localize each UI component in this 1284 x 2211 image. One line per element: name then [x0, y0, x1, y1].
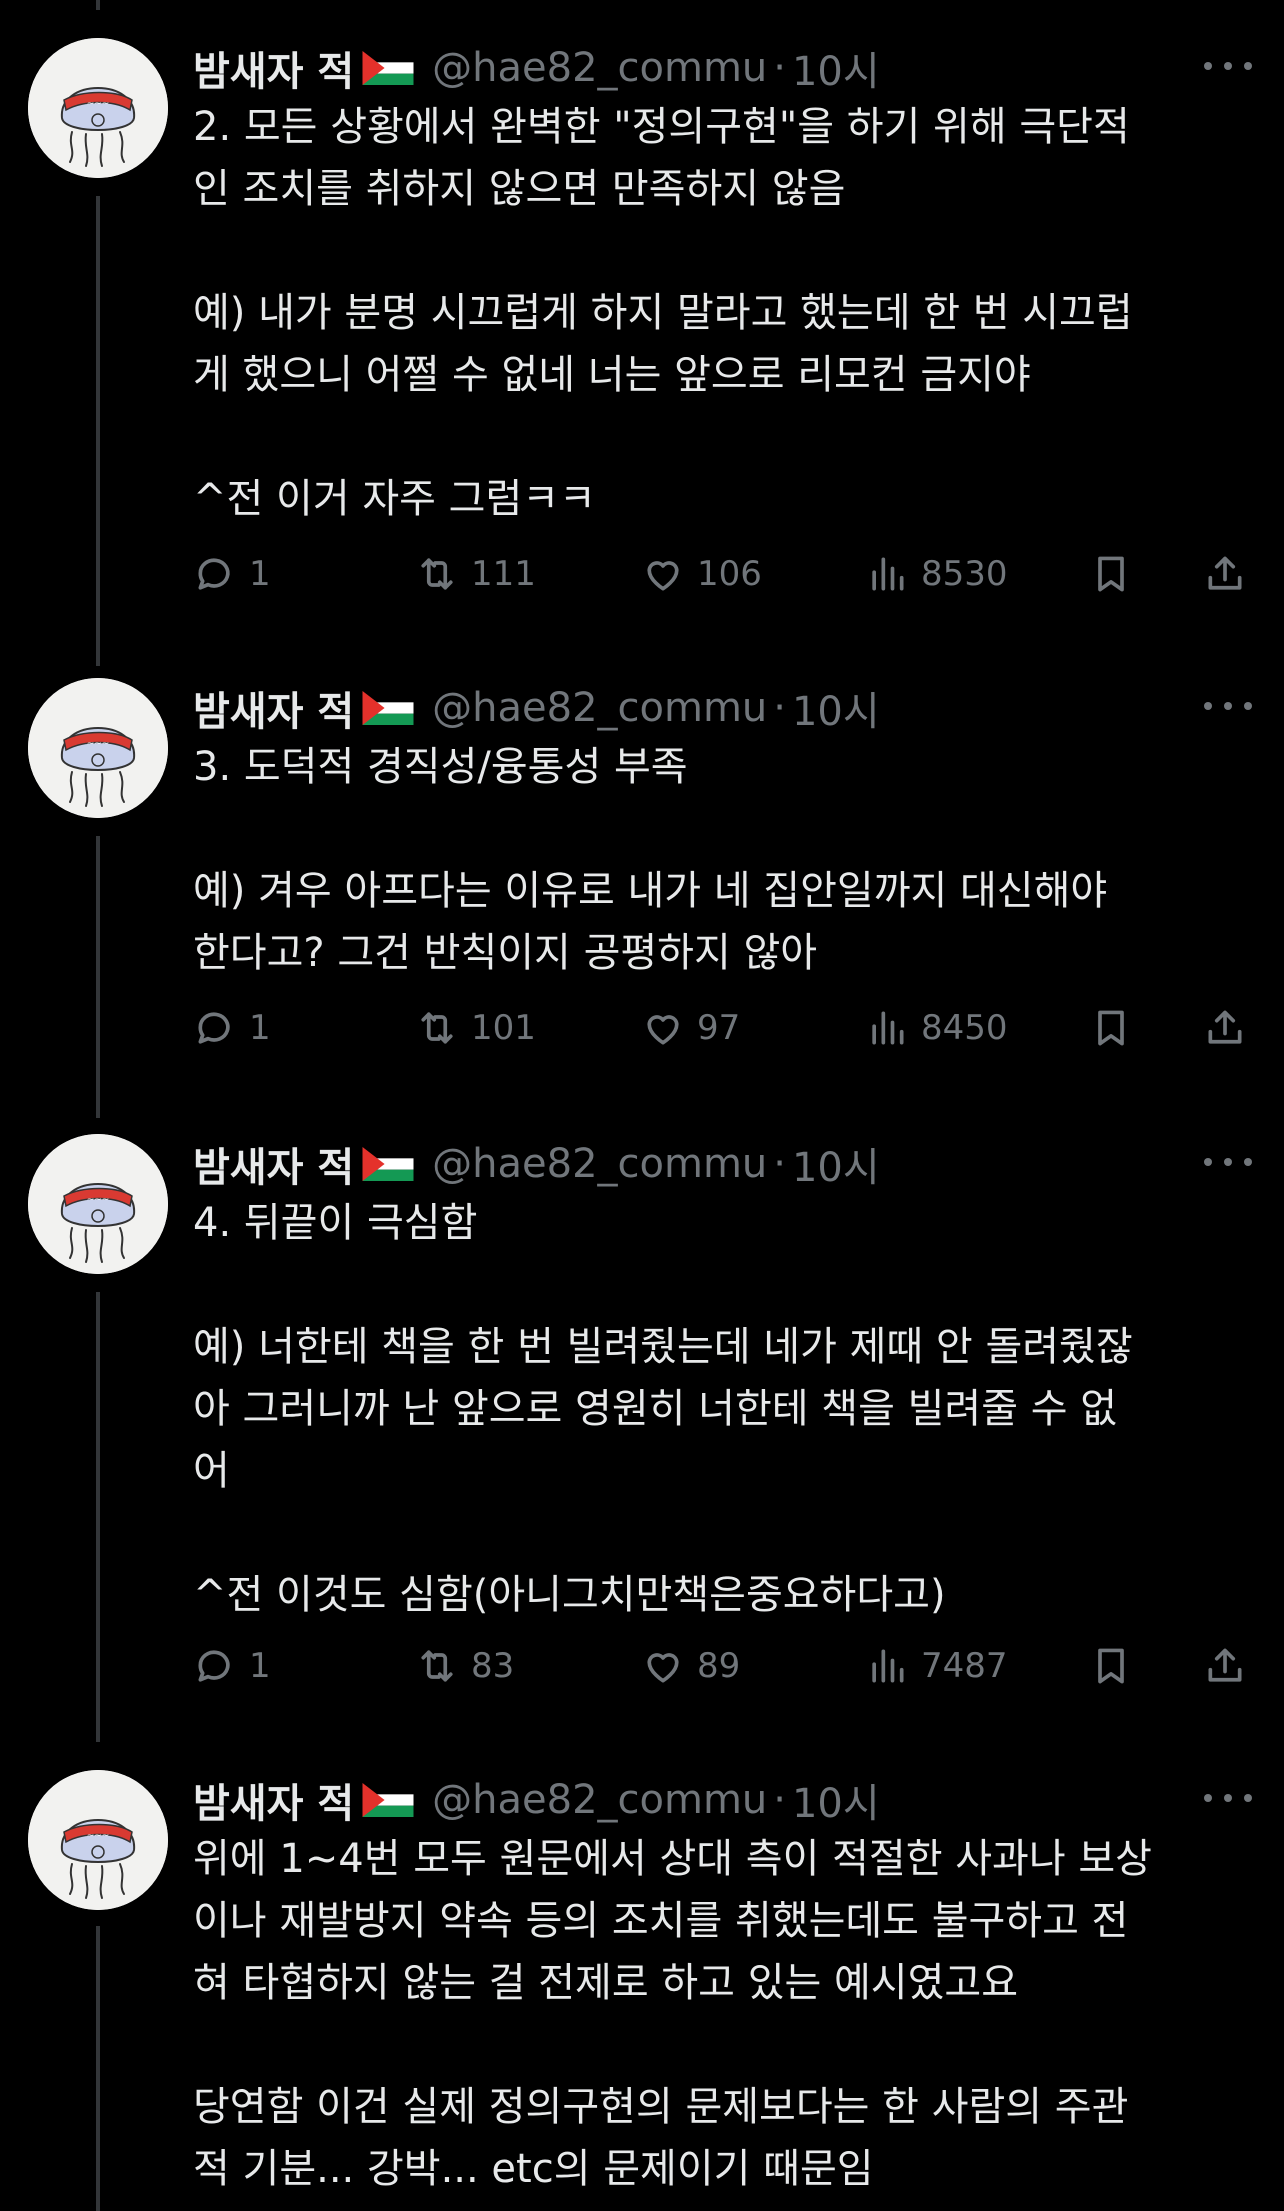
separator-dot: ·	[773, 685, 786, 731]
timestamp[interactable]: 10시	[792, 679, 880, 737]
avatar[interactable]: ~~~	[28, 1134, 168, 1274]
retweet-button[interactable]: 83	[415, 1638, 514, 1694]
retweet-icon	[415, 1006, 459, 1050]
like-count: 89	[697, 1646, 741, 1686]
bookmark-icon	[1089, 1006, 1133, 1050]
display-name[interactable]: 밤새자 적	[193, 1771, 354, 1829]
more-icon[interactable]	[1204, 1142, 1252, 1182]
bookmark-button[interactable]	[1089, 1000, 1133, 1056]
tweet-header: 밤새자 적 @hae82_commu · 10시	[193, 40, 880, 96]
like-button[interactable]: 106	[641, 546, 762, 602]
palestine-flag-icon	[362, 1147, 414, 1181]
views-count: 7487	[921, 1646, 1008, 1686]
heart-icon	[641, 1006, 685, 1050]
reply-button[interactable]: 1	[193, 1000, 271, 1056]
user-handle[interactable]: @hae82_commu	[432, 45, 767, 91]
separator-dot: ·	[773, 1777, 786, 1823]
palestine-flag-icon	[362, 691, 414, 725]
like-button[interactable]: 89	[641, 1638, 740, 1694]
views-icon	[865, 1006, 909, 1050]
svg-text:~~~: ~~~	[87, 739, 110, 749]
palestine-flag-icon	[362, 1783, 414, 1817]
svg-text:~~~: ~~~	[87, 1195, 110, 1205]
tweet-header: 밤새자 적 @hae82_commu · 10시	[193, 1772, 880, 1828]
like-count: 97	[697, 1008, 741, 1048]
like-button[interactable]: 97	[641, 1000, 740, 1056]
user-handle[interactable]: @hae82_commu	[432, 1777, 767, 1823]
retweet-count: 101	[471, 1008, 536, 1048]
tweet-text: 3. 도덕적 경직성/융통성 부족 예) 겨우 아프다는 이유로 내가 네 집안…	[193, 744, 1108, 976]
avatar[interactable]: ~~~	[28, 38, 168, 178]
reply-icon	[193, 1644, 237, 1688]
separator-dot: ·	[773, 1141, 786, 1187]
share-button[interactable]	[1203, 546, 1247, 602]
timestamp[interactable]: 10시	[792, 1135, 880, 1193]
bookmark-icon	[1089, 552, 1133, 596]
svg-text:~~~: ~~~	[87, 1831, 110, 1841]
tweet-text: 위에 1~4번 모두 원문에서 상대 측이 적절한 사과나 보상 이나 재발방지…	[193, 1836, 1152, 2192]
share-button[interactable]	[1203, 1000, 1247, 1056]
views-button[interactable]: 8450	[865, 1000, 1008, 1056]
views-button[interactable]: 8530	[865, 546, 1008, 602]
retweet-icon	[415, 552, 459, 596]
timestamp[interactable]: 10시	[792, 1771, 880, 1829]
avatar[interactable]: ~~~	[28, 678, 168, 818]
bookmark-button[interactable]	[1089, 1638, 1133, 1694]
tweet-header: 밤새자 적 @hae82_commu · 10시	[193, 680, 880, 736]
thread-line-1	[96, 196, 100, 666]
views-count: 8450	[921, 1008, 1008, 1048]
retweet-count: 83	[471, 1646, 515, 1686]
retweet-icon	[415, 1644, 459, 1688]
views-count: 8530	[921, 554, 1008, 594]
share-icon	[1203, 1644, 1247, 1688]
svg-text:~~~: ~~~	[87, 99, 110, 109]
user-handle[interactable]: @hae82_commu	[432, 1141, 767, 1187]
tweet-actions: 1 83 89 7487	[193, 1638, 1253, 1694]
views-icon	[865, 1644, 909, 1688]
timestamp[interactable]: 10시	[792, 39, 880, 97]
separator-dot: ·	[773, 45, 786, 91]
retweet-count: 111	[471, 554, 536, 594]
like-count: 106	[697, 554, 762, 594]
retweet-button[interactable]: 101	[415, 1000, 536, 1056]
reply-button[interactable]: 1	[193, 546, 271, 602]
reply-count: 1	[249, 1646, 271, 1686]
tweet-text: 4. 뒤끝이 극심함 예) 너한테 책을 한 번 빌려줬는데 네가 제때 안 돌…	[193, 1200, 1133, 1618]
more-icon[interactable]	[1204, 1778, 1252, 1818]
tweet-actions: 1 111 106 8530	[193, 546, 1253, 602]
share-icon	[1203, 1006, 1247, 1050]
reply-icon	[193, 1006, 237, 1050]
thread-line-3	[96, 1292, 100, 1742]
avatar[interactable]: ~~~	[28, 1770, 168, 1910]
bookmark-button[interactable]	[1089, 546, 1133, 602]
share-icon	[1203, 552, 1247, 596]
display-name[interactable]: 밤새자 적	[193, 39, 354, 97]
tweet-header: 밤새자 적 @hae82_commu · 10시	[193, 1136, 880, 1192]
reply-count: 1	[249, 554, 271, 594]
thread-line-4	[96, 1926, 100, 2211]
thread-line-top	[96, 0, 100, 10]
tweet-text: 2. 모든 상황에서 완벽한 "정의구현"을 하기 위해 극단적 인 조치를 취…	[193, 104, 1133, 522]
heart-icon	[641, 552, 685, 596]
views-icon	[865, 552, 909, 596]
reply-count: 1	[249, 1008, 271, 1048]
views-button[interactable]: 7487	[865, 1638, 1008, 1694]
bookmark-icon	[1089, 1644, 1133, 1688]
heart-icon	[641, 1644, 685, 1688]
retweet-button[interactable]: 111	[415, 546, 536, 602]
share-button[interactable]	[1203, 1638, 1247, 1694]
display-name[interactable]: 밤새자 적	[193, 1135, 354, 1193]
display-name[interactable]: 밤새자 적	[193, 679, 354, 737]
more-icon[interactable]	[1204, 46, 1252, 86]
user-handle[interactable]: @hae82_commu	[432, 685, 767, 731]
reply-icon	[193, 552, 237, 596]
tweet-actions: 1 101 97 8450	[193, 1000, 1253, 1056]
more-icon[interactable]	[1204, 686, 1252, 726]
palestine-flag-icon	[362, 51, 414, 85]
thread-line-2	[96, 836, 100, 1118]
reply-button[interactable]: 1	[193, 1638, 271, 1694]
